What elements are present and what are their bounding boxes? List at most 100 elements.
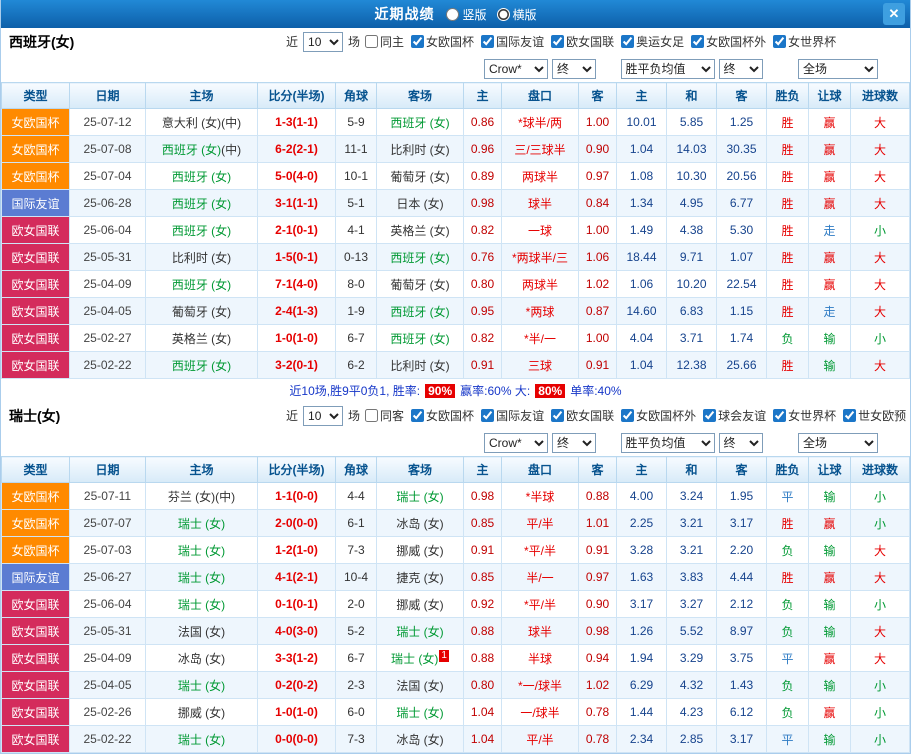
home-team-name: 瑞士 (女) bbox=[177, 570, 226, 585]
result-handicap: 赢 bbox=[808, 135, 852, 163]
avg-stage-select[interactable]: 终 bbox=[718, 58, 763, 79]
scope-select[interactable]: 全场 bbox=[798, 58, 879, 79]
layout-radio-input[interactable] bbox=[446, 7, 460, 21]
lose-odds: 20.56 bbox=[716, 162, 768, 190]
close-button[interactable]: ✕ bbox=[883, 3, 905, 25]
checkbox-input[interactable] bbox=[365, 35, 379, 48]
result-goals: 大 bbox=[850, 135, 910, 163]
filter-checkbox[interactable]: 同客 bbox=[365, 407, 404, 424]
bookmaker-stage-select[interactable]: 终 bbox=[552, 58, 596, 79]
handicap-line: *平/半 bbox=[501, 590, 579, 618]
away-team: 瑞士 (女) bbox=[376, 617, 464, 645]
away-handicap-odds: 0.78 bbox=[577, 725, 618, 753]
league-badge: 欧女国联 bbox=[1, 590, 70, 618]
filter-checkbox[interactable]: 女欧国杯 bbox=[411, 33, 474, 50]
home-team: 西班牙 (女) bbox=[145, 189, 258, 217]
checkbox-input[interactable] bbox=[551, 409, 565, 422]
home-team: 西班牙 (女)(中) bbox=[145, 135, 258, 163]
avg-stage-select[interactable]: 终 bbox=[718, 432, 763, 453]
bookmaker-select[interactable]: Crow* bbox=[484, 58, 548, 79]
layout-radio[interactable]: 竖版 bbox=[446, 6, 487, 23]
filter-checkbox[interactable]: 欧女国联 bbox=[551, 33, 614, 50]
result-outcome: 胜 bbox=[766, 297, 810, 325]
checkbox-input[interactable] bbox=[773, 35, 787, 48]
home-team-name: 西班牙 (女) bbox=[171, 358, 232, 373]
bookmaker-stage-select[interactable]: 终 bbox=[552, 432, 596, 453]
home-handicap-odds: 0.98 bbox=[463, 189, 502, 217]
result-goals: 大 bbox=[850, 189, 910, 217]
away-handicap-odds: 0.90 bbox=[577, 590, 618, 618]
home-handicap-odds: 0.85 bbox=[463, 509, 502, 537]
checkbox-input[interactable] bbox=[551, 35, 565, 48]
away-team: 冰岛 (女) bbox=[376, 509, 464, 537]
layout-radio-input[interactable] bbox=[496, 7, 510, 21]
filter-checkbox[interactable]: 女世界杯 bbox=[773, 407, 836, 424]
handicap-line: *半/一 bbox=[501, 324, 579, 352]
checkbox-input[interactable] bbox=[703, 409, 717, 422]
filter-checkbox[interactable]: 世女欧预 bbox=[843, 407, 906, 424]
win-rate-badge: 90% bbox=[425, 383, 456, 398]
home-team: 西班牙 (女) bbox=[145, 216, 258, 244]
scope-select[interactable]: 全场 bbox=[798, 432, 879, 453]
draw-odds: 4.95 bbox=[666, 189, 718, 217]
result-handicap: 输 bbox=[808, 351, 852, 379]
checkbox-input[interactable] bbox=[843, 409, 857, 422]
checkbox-input[interactable] bbox=[365, 409, 379, 422]
recent-count-select[interactable]: 10 bbox=[303, 31, 344, 52]
checkbox-input[interactable] bbox=[773, 409, 787, 422]
layout-radio[interactable]: 横版 bbox=[496, 6, 537, 23]
home-team: 比利时 (女) bbox=[145, 243, 258, 271]
column-header: 日期 bbox=[69, 82, 146, 109]
match-date: 25-07-11 bbox=[69, 482, 146, 510]
match-date: 25-02-22 bbox=[69, 351, 146, 379]
filter-checkbox[interactable]: 国际友谊 bbox=[481, 407, 544, 424]
checkbox-label: 欧女国联 bbox=[566, 409, 615, 423]
match-date: 25-07-04 bbox=[69, 162, 146, 190]
win-odds: 4.04 bbox=[616, 324, 668, 352]
filter-checkbox[interactable]: 奥运女足 bbox=[621, 33, 684, 50]
filter-checkbox[interactable]: 同主 bbox=[365, 33, 404, 50]
draw-odds: 2.85 bbox=[666, 725, 718, 753]
avg-odds-select[interactable]: 胜平负均值 bbox=[620, 58, 715, 79]
home-handicap-odds: 0.85 bbox=[463, 563, 502, 591]
recent-count-select[interactable]: 10 bbox=[303, 405, 344, 426]
home-handicap-odds: 0.88 bbox=[463, 617, 502, 645]
corners: 4-4 bbox=[335, 482, 377, 510]
handicap-line: *平/半 bbox=[501, 536, 579, 564]
filter-checkbox[interactable]: 女世界杯 bbox=[773, 33, 836, 50]
result-goals: 小 bbox=[850, 590, 910, 618]
filter-checkbox[interactable]: 国际友谊 bbox=[481, 33, 544, 50]
checkbox-input[interactable] bbox=[481, 409, 495, 422]
filter-checkbox[interactable]: 欧女国联 bbox=[551, 407, 614, 424]
checkbox-input[interactable] bbox=[621, 35, 635, 48]
corners: 10-1 bbox=[335, 162, 377, 190]
lose-odds: 8.97 bbox=[716, 617, 768, 645]
column-header: 进球数 bbox=[850, 456, 910, 483]
league-badge: 欧女国联 bbox=[1, 243, 70, 271]
filter-checkbox[interactable]: 女欧国杯外 bbox=[691, 33, 766, 50]
away-team: 西班牙 (女) bbox=[376, 324, 464, 352]
filter-checkbox[interactable]: 球会友谊 bbox=[703, 407, 766, 424]
checkbox-label: 国际友谊 bbox=[496, 409, 545, 423]
away-handicap-odds: 0.78 bbox=[577, 698, 618, 726]
away-team-name: 葡萄牙 (女) bbox=[390, 277, 450, 292]
avg-odds-select[interactable]: 胜平负均值 bbox=[620, 432, 715, 453]
win-odds: 1.34 bbox=[616, 189, 668, 217]
lose-odds: 4.44 bbox=[716, 563, 768, 591]
handicap-line: 平/半 bbox=[501, 509, 579, 537]
checkbox-label: 女欧国杯 bbox=[426, 35, 475, 49]
score: 2-4(1-3) bbox=[257, 297, 336, 325]
checkbox-label: 女欧国杯外 bbox=[706, 35, 767, 49]
result-goals: 大 bbox=[850, 243, 910, 271]
checkbox-input[interactable] bbox=[481, 35, 495, 48]
bookmaker-select[interactable]: Crow* bbox=[484, 432, 548, 453]
away-team-name: 瑞士 (女) bbox=[396, 489, 444, 504]
checkbox-input[interactable] bbox=[411, 409, 425, 422]
filter-checkbox[interactable]: 女欧国杯外 bbox=[621, 407, 696, 424]
checkbox-input[interactable] bbox=[411, 35, 425, 48]
home-team: 瑞士 (女) bbox=[145, 671, 258, 699]
corners: 7-3 bbox=[335, 536, 377, 564]
filter-checkbox[interactable]: 女欧国杯 bbox=[411, 407, 474, 424]
checkbox-input[interactable] bbox=[621, 409, 635, 422]
checkbox-input[interactable] bbox=[691, 35, 705, 48]
